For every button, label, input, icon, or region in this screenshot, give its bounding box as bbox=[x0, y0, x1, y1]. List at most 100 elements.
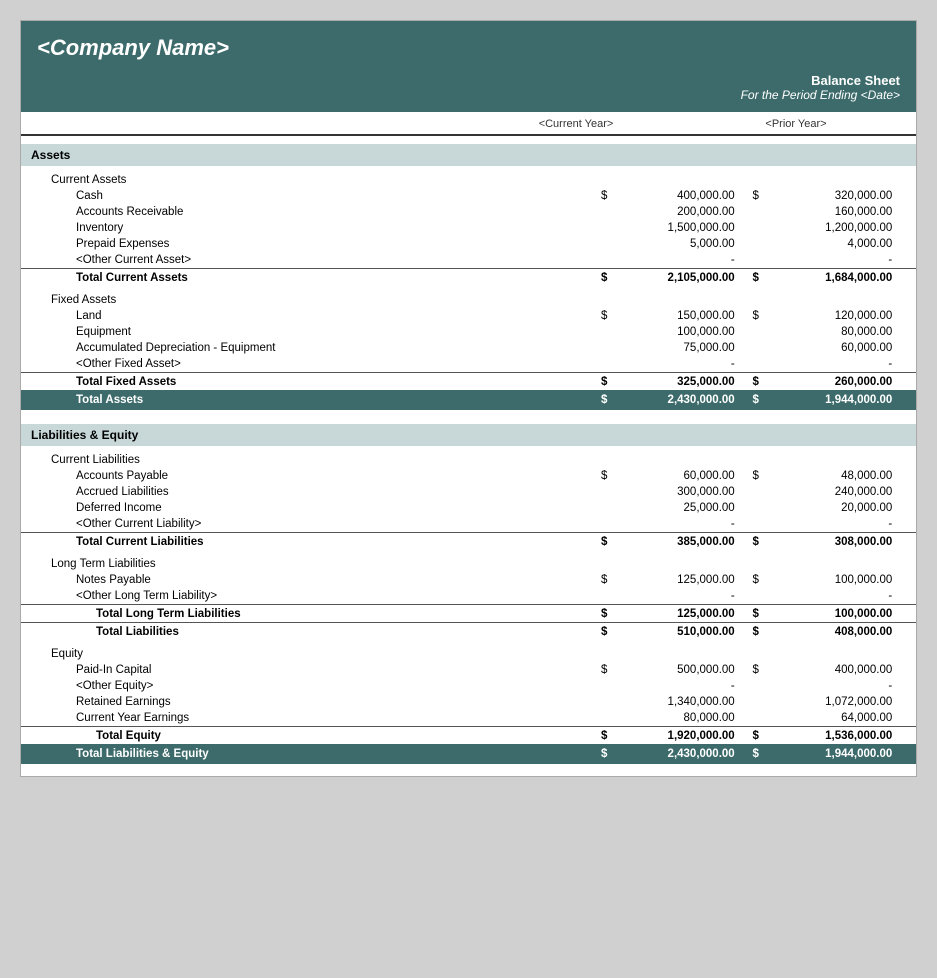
cy-value: 500,000.00 bbox=[609, 662, 738, 678]
cy-value: - bbox=[609, 678, 738, 694]
item-label: Accounts Receivable bbox=[21, 204, 587, 220]
cy-value: 100,000.00 bbox=[609, 324, 738, 340]
cy-value: 2,105,000.00 bbox=[609, 269, 738, 287]
liabilities-table: Current Liabilities Accounts Payable $ 6… bbox=[21, 446, 916, 764]
total-equity-row: Total Equity $ 1,920,000.00 $ 1,536,000.… bbox=[21, 727, 916, 745]
total-label: Total Current Assets bbox=[21, 269, 587, 287]
py-dollar: $ bbox=[739, 605, 761, 623]
cy-value: 1,920,000.00 bbox=[609, 727, 738, 745]
table-row: Inventory 1,500,000.00 1,200,000.00 bbox=[21, 220, 916, 236]
cy-dollar: $ bbox=[587, 572, 609, 588]
py-value: - bbox=[761, 516, 896, 533]
table-row: <Other Long Term Liability> - - bbox=[21, 588, 916, 605]
item-label: <Other Current Asset> bbox=[21, 252, 587, 269]
item-label: Prepaid Expenses bbox=[21, 236, 587, 252]
item-label: Accrued Liabilities bbox=[21, 484, 587, 500]
table-row: Notes Payable $ 125,000.00 $ 100,000.00 bbox=[21, 572, 916, 588]
balance-sheet: <Company Name> Balance Sheet For the Per… bbox=[20, 20, 917, 777]
total-liabilities-equity-row: Total Liabilities & Equity $ 2,430,000.0… bbox=[21, 744, 916, 764]
liabilities-section-header: Liabilities & Equity bbox=[21, 424, 916, 446]
cy-dollar: $ bbox=[587, 623, 609, 641]
cy-dollar: $ bbox=[587, 468, 609, 484]
total-label: Total Current Liabilities bbox=[21, 533, 587, 551]
cy-value: 325,000.00 bbox=[609, 373, 738, 391]
py-value: 4,000.00 bbox=[761, 236, 896, 252]
cy-value: 125,000.00 bbox=[609, 605, 738, 623]
item-label: Current Year Earnings bbox=[21, 710, 587, 727]
header-company: <Company Name> bbox=[21, 21, 916, 67]
item-label: Accumulated Depreciation - Equipment bbox=[21, 340, 587, 356]
long-term-liabilities-label-row: Long Term Liabilities bbox=[21, 556, 916, 572]
py-value: 1,684,000.00 bbox=[761, 269, 896, 287]
cy-value: - bbox=[609, 516, 738, 533]
assets-table: Current Assets Cash $ 400,000.00 $ 320,0… bbox=[21, 166, 916, 410]
cy-value: - bbox=[609, 252, 738, 269]
py-value: 160,000.00 bbox=[761, 204, 896, 220]
fixed-assets-label-row: Fixed Assets bbox=[21, 292, 916, 308]
cy-value: 80,000.00 bbox=[609, 710, 738, 727]
table-row: Land $ 150,000.00 $ 120,000.00 bbox=[21, 308, 916, 324]
py-value: 260,000.00 bbox=[761, 373, 896, 391]
py-dollar: $ bbox=[739, 744, 761, 764]
table-row: Current Year Earnings 80,000.00 64,000.0… bbox=[21, 710, 916, 727]
cy-dollar: $ bbox=[587, 308, 609, 324]
col-header-py: <Prior Year> bbox=[686, 118, 906, 130]
item-label: Land bbox=[21, 308, 587, 324]
table-row: Paid-In Capital $ 500,000.00 $ 400,000.0… bbox=[21, 662, 916, 678]
py-value: 240,000.00 bbox=[761, 484, 896, 500]
cy-dollar: $ bbox=[587, 269, 609, 287]
cy-value: 5,000.00 bbox=[609, 236, 738, 252]
py-value: 64,000.00 bbox=[761, 710, 896, 727]
cy-value: 1,500,000.00 bbox=[609, 220, 738, 236]
report-subtitle: For the Period Ending <Date> bbox=[37, 88, 900, 102]
py-dollar: $ bbox=[739, 188, 761, 204]
table-row: Accounts Receivable 200,000.00 160,000.0… bbox=[21, 204, 916, 220]
fixed-assets-label: Fixed Assets bbox=[21, 292, 587, 308]
py-value: 48,000.00 bbox=[761, 468, 896, 484]
long-term-liabilities-label: Long Term Liabilities bbox=[21, 556, 587, 572]
item-label: Cash bbox=[21, 188, 587, 204]
total-label: Total Equity bbox=[21, 727, 587, 745]
total-long-term-liabilities-row: Total Long Term Liabilities $ 125,000.00… bbox=[21, 605, 916, 623]
item-label: Equipment bbox=[21, 324, 587, 340]
table-row: <Other Equity> - - bbox=[21, 678, 916, 694]
py-value: 120,000.00 bbox=[761, 308, 896, 324]
table-row: Accumulated Depreciation - Equipment 75,… bbox=[21, 340, 916, 356]
py-value: 1,944,000.00 bbox=[761, 744, 896, 764]
cy-value: 400,000.00 bbox=[609, 188, 738, 204]
py-dollar: $ bbox=[739, 373, 761, 391]
item-label: <Other Fixed Asset> bbox=[21, 356, 587, 373]
item-label: <Other Long Term Liability> bbox=[21, 588, 587, 605]
item-label: <Other Current Liability> bbox=[21, 516, 587, 533]
column-headers: <Current Year> <Prior Year> bbox=[21, 112, 916, 136]
item-label: Deferred Income bbox=[21, 500, 587, 516]
py-value: 320,000.00 bbox=[761, 188, 896, 204]
item-label: Inventory bbox=[21, 220, 587, 236]
company-name: <Company Name> bbox=[37, 35, 900, 61]
total-label: Total Fixed Assets bbox=[21, 373, 587, 391]
table-row: Accounts Payable $ 60,000.00 $ 48,000.00 bbox=[21, 468, 916, 484]
total-fixed-assets-row: Total Fixed Assets $ 325,000.00 $ 260,00… bbox=[21, 373, 916, 391]
py-dollar: $ bbox=[739, 308, 761, 324]
py-value: - bbox=[761, 356, 896, 373]
py-value: 20,000.00 bbox=[761, 500, 896, 516]
cy-dollar: $ bbox=[587, 533, 609, 551]
total-assets-row: Total Assets $ 2,430,000.00 $ 1,944,000.… bbox=[21, 390, 916, 410]
py-dollar: $ bbox=[739, 269, 761, 287]
py-value: 1,072,000.00 bbox=[761, 694, 896, 710]
total-label: Total Liabilities bbox=[21, 623, 587, 641]
cy-dollar: $ bbox=[587, 744, 609, 764]
col-header-cy: <Current Year> bbox=[466, 118, 686, 130]
equity-label: Equity bbox=[21, 646, 587, 662]
cy-value: 300,000.00 bbox=[609, 484, 738, 500]
current-liabilities-label: Current Liabilities bbox=[21, 452, 587, 468]
py-value: 60,000.00 bbox=[761, 340, 896, 356]
current-liabilities-label-row: Current Liabilities bbox=[21, 452, 916, 468]
table-row: <Other Current Asset> - - bbox=[21, 252, 916, 269]
report-title: Balance Sheet bbox=[37, 73, 900, 88]
cy-value: 125,000.00 bbox=[609, 572, 738, 588]
py-value: 1,536,000.00 bbox=[761, 727, 896, 745]
total-label: Total Long Term Liabilities bbox=[21, 605, 587, 623]
table-row: Cash $ 400,000.00 $ 320,000.00 bbox=[21, 188, 916, 204]
item-label: <Other Equity> bbox=[21, 678, 587, 694]
